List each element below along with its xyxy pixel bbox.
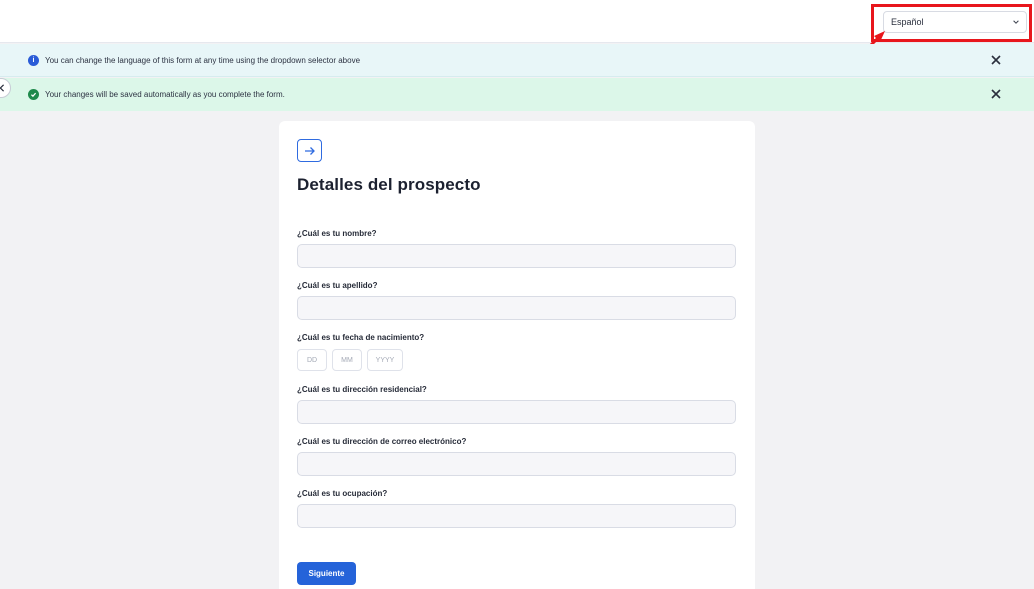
page-title: Detalles del prospecto [297, 175, 481, 194]
occupation-label: ¿Cuál es tu ocupación? [297, 489, 388, 498]
arrow-right-icon [297, 139, 322, 162]
chevron-down-icon [1012, 12, 1020, 32]
info-icon: i [28, 55, 39, 66]
info-banner-text: You can change the language of this form… [45, 56, 361, 65]
first-name-label: ¿Cuál es tu nombre? [297, 229, 377, 238]
success-banner: Your changes will be saved automatically… [0, 78, 1034, 111]
address-label: ¿Cuál es tu dirección residencial? [297, 385, 427, 394]
occupation-field[interactable] [297, 504, 736, 528]
last-name-label: ¿Cuál es tu apellido? [297, 281, 378, 290]
last-name-field[interactable] [297, 296, 736, 320]
birth-year-field[interactable] [367, 349, 403, 371]
language-select-value: Español [891, 17, 924, 27]
top-bar: Español [0, 0, 1034, 43]
birth-day-field[interactable] [297, 349, 327, 371]
email-label: ¿Cuál es tu dirección de correo electrón… [297, 437, 467, 446]
birth-month-field[interactable] [332, 349, 362, 371]
email-field[interactable] [297, 452, 736, 476]
address-field[interactable] [297, 400, 736, 424]
close-icon[interactable] [989, 53, 1003, 67]
success-banner-text: Your changes will be saved automatically… [45, 90, 285, 99]
birth-date-label: ¿Cuál es tu fecha de nacimiento? [297, 333, 425, 342]
language-select[interactable]: Español [883, 11, 1027, 33]
next-button[interactable]: Siguiente [297, 562, 356, 585]
form-card: Detalles del prospecto ¿Cuál es tu nombr… [279, 121, 755, 589]
page: Español i You can change the language of… [0, 0, 1034, 589]
chevron-left-icon [0, 79, 5, 97]
info-banner: i You can change the language of this fo… [0, 44, 1034, 77]
check-circle-icon [28, 89, 39, 100]
first-name-field[interactable] [297, 244, 736, 268]
close-icon[interactable] [989, 87, 1003, 101]
